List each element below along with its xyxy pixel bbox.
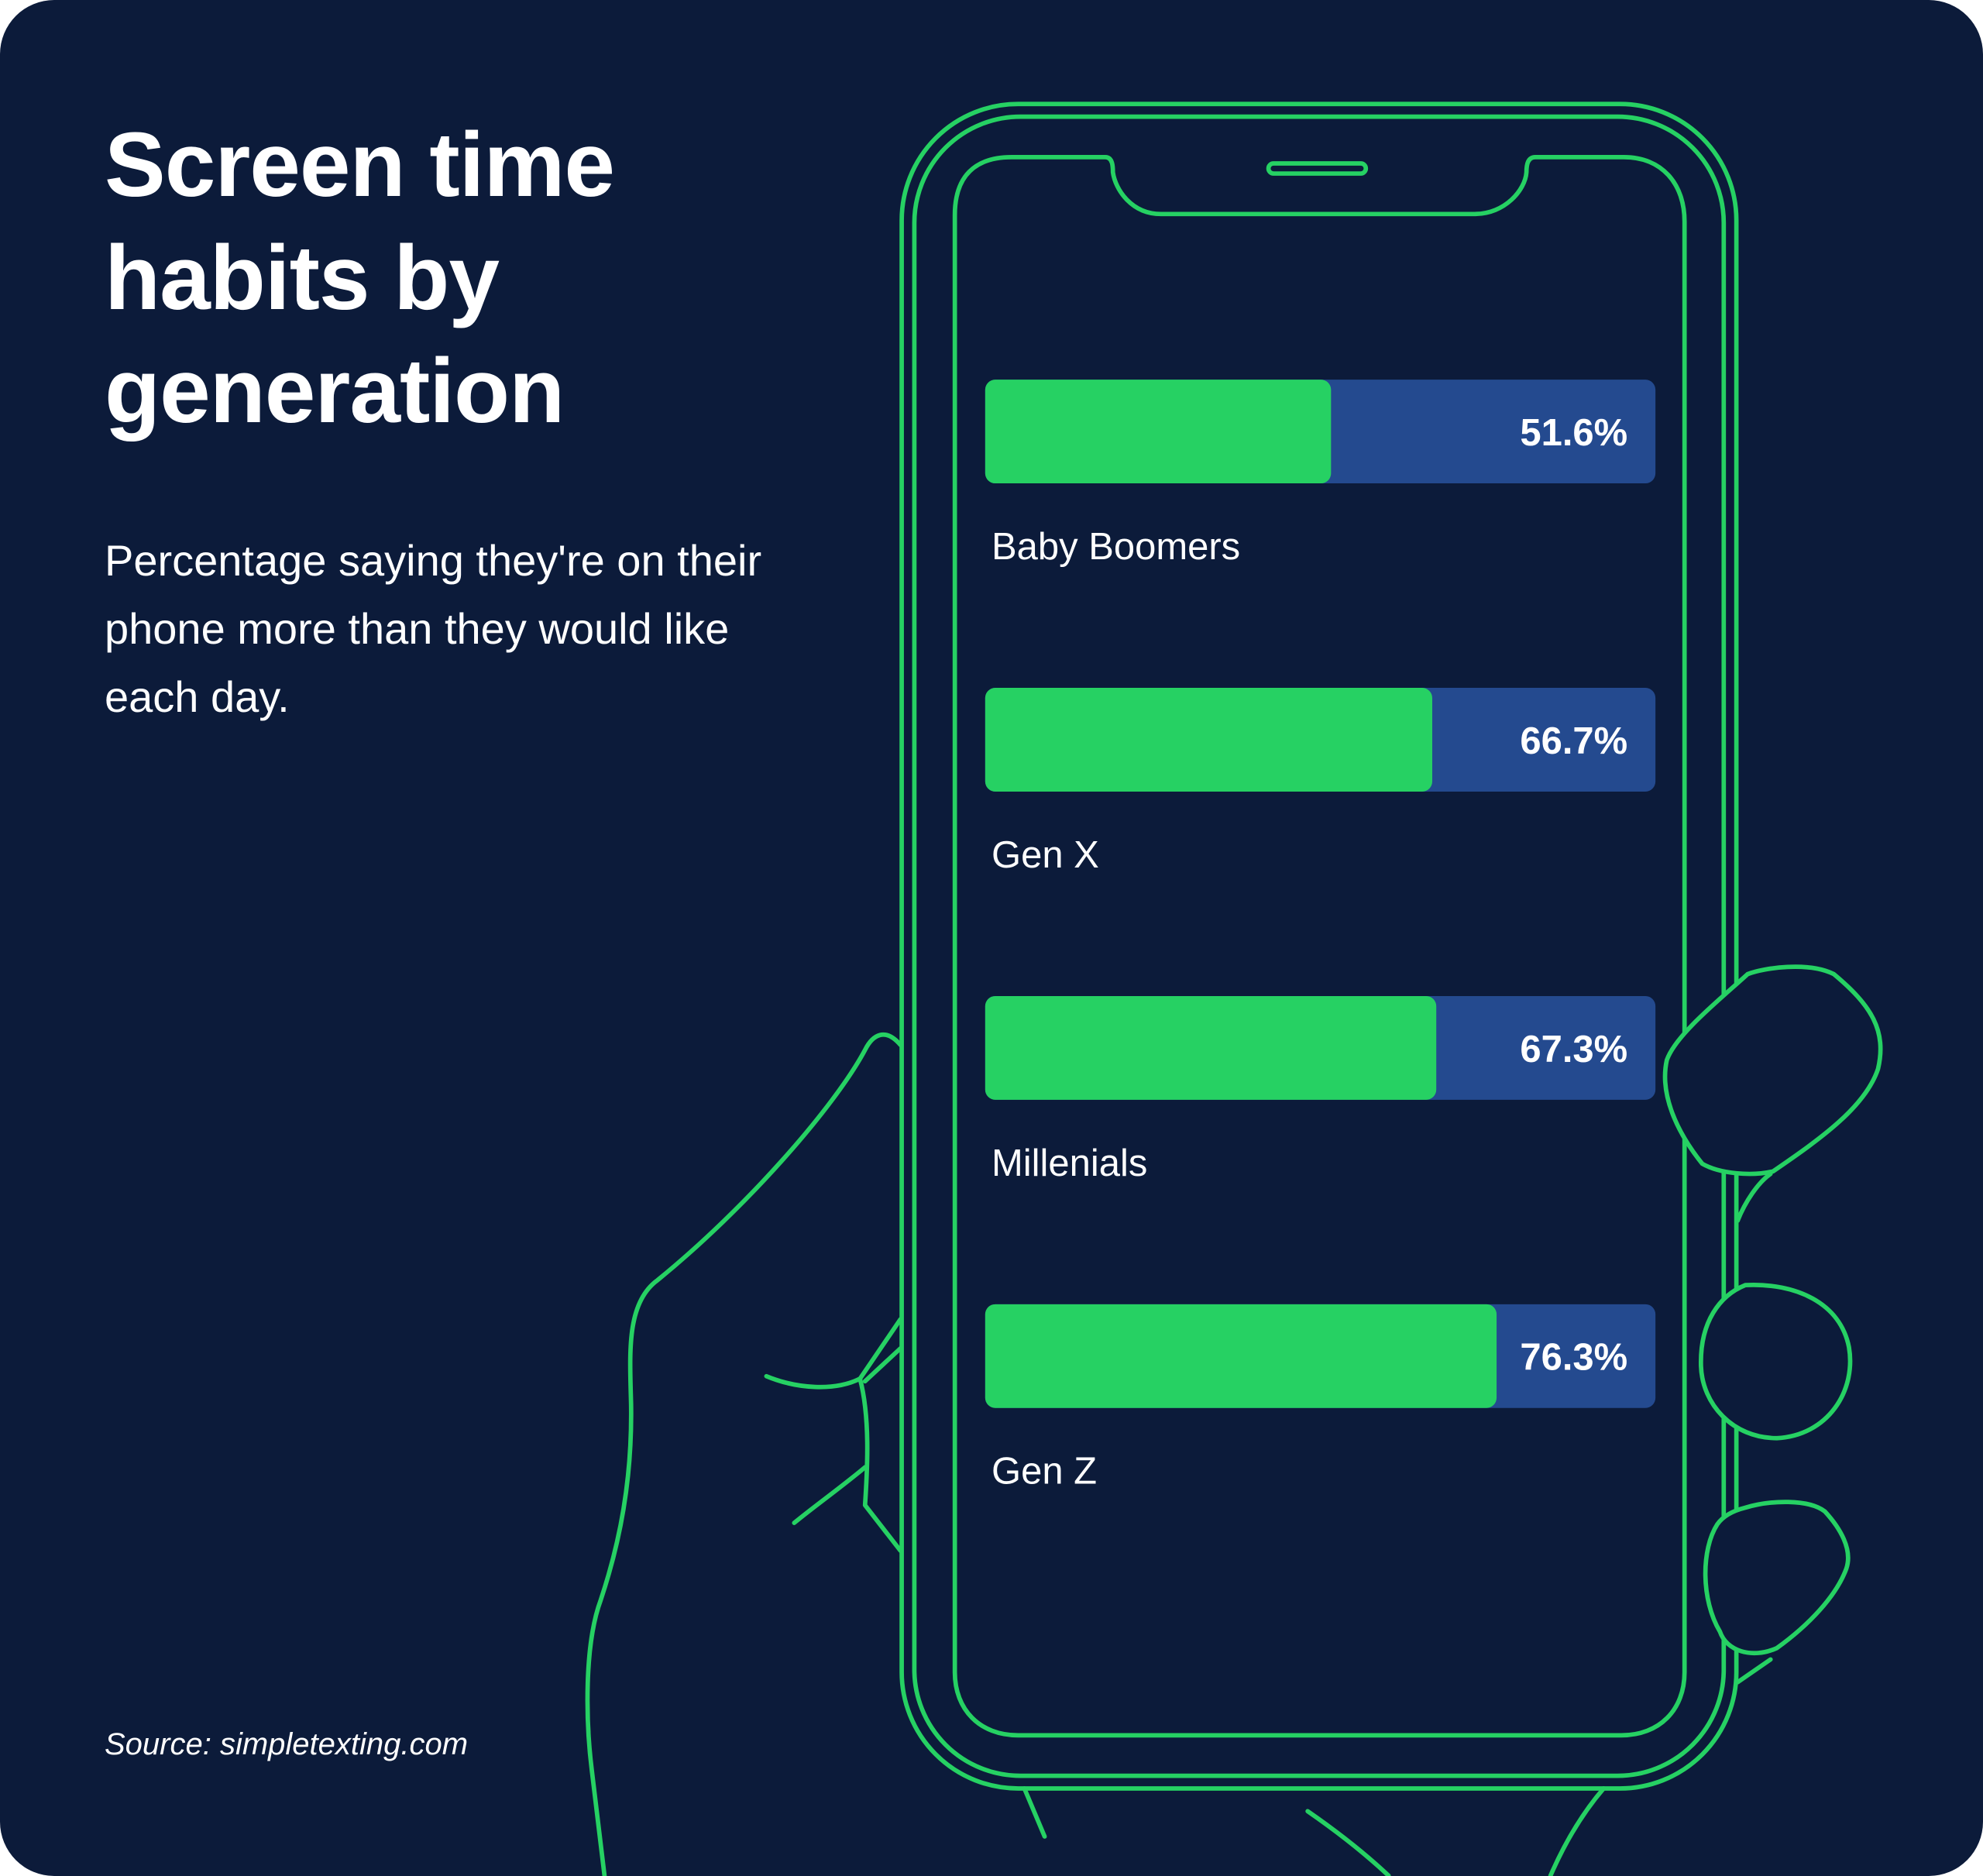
bar-value-label: 76.3% <box>1520 1337 1627 1379</box>
bar-chart: 51.6% Baby Boomers 66.7% Gen X 67.3% Millenia… <box>985 380 1656 1493</box>
finger-3 <box>1703 1500 1851 1656</box>
wrist-line-3 <box>1548 1786 1607 1876</box>
bar-fill <box>985 688 1432 792</box>
bar-category-label: Gen X <box>992 834 1099 876</box>
right-hand-connector-1 <box>1735 1171 1773 1223</box>
left-finger-line-2 <box>792 1465 868 1525</box>
bar-fill <box>985 1304 1497 1408</box>
bar-group: 67.3% Millenials <box>985 995 1656 1184</box>
bar-category-label: Gen Z <box>992 1451 1097 1493</box>
bar-group: 66.7% Gen X <box>985 688 1656 876</box>
bar-group: 76.3% Gen Z <box>985 1304 1656 1493</box>
bar-value-label: 66.7% <box>1520 720 1627 762</box>
phone-inner-frame <box>912 114 1727 1778</box>
phone-outer-frame <box>899 101 1739 1791</box>
bar-category-label: Baby Boomers <box>992 526 1240 568</box>
phone-speaker-icon <box>1266 161 1369 176</box>
bar-fill <box>985 995 1437 1100</box>
left-hand-outline <box>585 1032 903 1876</box>
infographic-card: Screen time habits by generation Percent… <box>0 0 1983 1876</box>
finger-1 <box>1662 964 1883 1177</box>
wrist-line-2 <box>1305 1809 1391 1876</box>
right-hand-connector-2 <box>1735 1657 1773 1685</box>
phone-icon <box>899 101 1739 1791</box>
left-thumb-line <box>764 1317 903 1390</box>
bar-fill <box>985 380 1332 484</box>
finger-2 <box>1699 1283 1853 1441</box>
phone-chart-illustration: 51.6% Baby Boomers 66.7% Gen X 67.3% Millenia… <box>585 101 1883 1876</box>
bar-value-label: 51.6% <box>1520 412 1627 454</box>
bar-value-label: 67.3% <box>1520 1029 1627 1070</box>
bar-category-label: Millenials <box>992 1142 1147 1184</box>
right-hand-icon <box>1662 964 1883 1685</box>
left-finger-line-1 <box>857 1376 903 1553</box>
bar-group: 51.6% Baby Boomers <box>985 380 1656 568</box>
wrist-line-1 <box>1022 1786 1047 1839</box>
